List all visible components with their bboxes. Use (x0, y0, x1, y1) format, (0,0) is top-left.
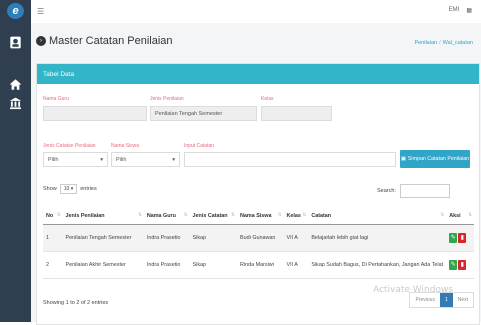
hamburger-icon[interactable]: ☰ (37, 7, 44, 16)
col-header-kelas[interactable]: Kelas ⇅ (283, 207, 309, 225)
input-catatan-field[interactable] (184, 152, 396, 167)
pagination-previous[interactable]: Previous (410, 293, 439, 307)
col-header-nama-guru[interactable]: Nama Guru ⇅ (143, 207, 190, 225)
breadcrumb-current: Wal_catatan (442, 40, 473, 46)
jenis-catatan-select[interactable]: Pilih ▾ (43, 152, 108, 167)
sidebar: e (0, 0, 31, 322)
show-entries: Show 10 ▾ entries (43, 184, 97, 194)
bank-icon[interactable] (9, 97, 22, 110)
user-icon[interactable] (9, 36, 22, 49)
nama-siswa-label: Nama Siswa (111, 143, 140, 149)
trash-icon[interactable]: ▮ (458, 233, 467, 243)
col-header-jenis-penilaian[interactable]: Jenis Penilaian ⇅ (62, 207, 144, 225)
col-header-catatan[interactable]: Catatan ⇅ (308, 207, 447, 225)
edit-icon[interactable]: ✎ (449, 233, 458, 243)
user-menu[interactable]: EMI (449, 7, 460, 14)
breadcrumb-link[interactable]: Penilaian (414, 40, 437, 46)
row-actions: ✎ ▮ (446, 251, 474, 279)
entries-select[interactable]: 10 ▾ (59, 184, 78, 194)
table-row: 1 Penilaian Tengah Semester Indra Praset… (43, 224, 474, 252)
nama-guru-input[interactable] (43, 106, 147, 121)
jenis-penilaian-input[interactable]: Penilaian Tengah Semester (150, 106, 257, 121)
chevron-down-icon: ▾ (100, 156, 103, 163)
app-logo[interactable]: e (7, 3, 24, 19)
pagination-page[interactable]: 1 (439, 293, 453, 307)
row-actions: ✎ ▮ (446, 224, 474, 252)
kelas-label: Kelas (261, 96, 274, 102)
col-header-nama-siswa[interactable]: Nama Siswa ⇅ (237, 207, 284, 225)
nama-siswa-select[interactable]: Pilih ▾ (111, 152, 180, 167)
col-header-no[interactable]: No ⇅ (43, 207, 63, 225)
topbar: ☰ EMI ▦ (31, 0, 481, 24)
input-catatan-label: Input Catatan (184, 143, 215, 149)
main-content: › Master Catatan Penilaian Penilaian / Wal… (31, 23, 481, 325)
save-button[interactable]: ▣ Simpan Catatan Penilaian (400, 150, 470, 168)
edit-icon[interactable]: ✎ (449, 260, 458, 270)
nama-guru-label: Nama Guru (43, 96, 69, 102)
search-row: Search: (377, 184, 450, 198)
search-input[interactable] (399, 184, 450, 198)
pagination-next[interactable]: Next (453, 293, 473, 307)
card-header: Tabel Data (37, 64, 479, 84)
data-table: No ⇅ Jenis Penilaian ⇅ Nama Guru ⇅ Jenis Ca… (43, 207, 474, 279)
page-header: › Master Catatan Penilaian (36, 35, 173, 47)
jenis-catatan-label: Jenis Catatan Penilaian (43, 143, 96, 149)
search-label: Search: (377, 188, 396, 194)
chevron-down-icon: ▾ (172, 156, 175, 163)
card-title: Tabel Data (43, 70, 75, 78)
showing-info: Showing 1 to 2 of 2 entries (43, 300, 109, 306)
table-row: 2 Penilaian Akhir Semester Indra Praseti… (43, 251, 474, 279)
home-icon[interactable] (9, 78, 22, 91)
trash-icon[interactable]: ▮ (458, 260, 467, 270)
page-title: Master Catatan Penilaian (49, 35, 173, 47)
activate-windows-watermark: Activate Windows (373, 285, 453, 295)
jenis-penilaian-label: Jenis Penilaian (150, 96, 184, 102)
breadcrumb: Penilaian / Wal_catatan (414, 40, 473, 46)
chevron-right-icon: › (36, 36, 46, 46)
col-header-aksi[interactable]: Aksi ⇅ (446, 207, 474, 225)
col-header-jenis-catatan[interactable]: Jenis Catatan ⇅ (189, 207, 238, 225)
kelas-input[interactable] (261, 106, 332, 121)
save-icon: ▣ (400, 156, 406, 162)
table-header-row: No ⇅ Jenis Penilaian ⇅ Nama Guru ⇅ Jenis Ca… (43, 207, 474, 225)
grid-icon[interactable]: ▦ (466, 7, 472, 14)
